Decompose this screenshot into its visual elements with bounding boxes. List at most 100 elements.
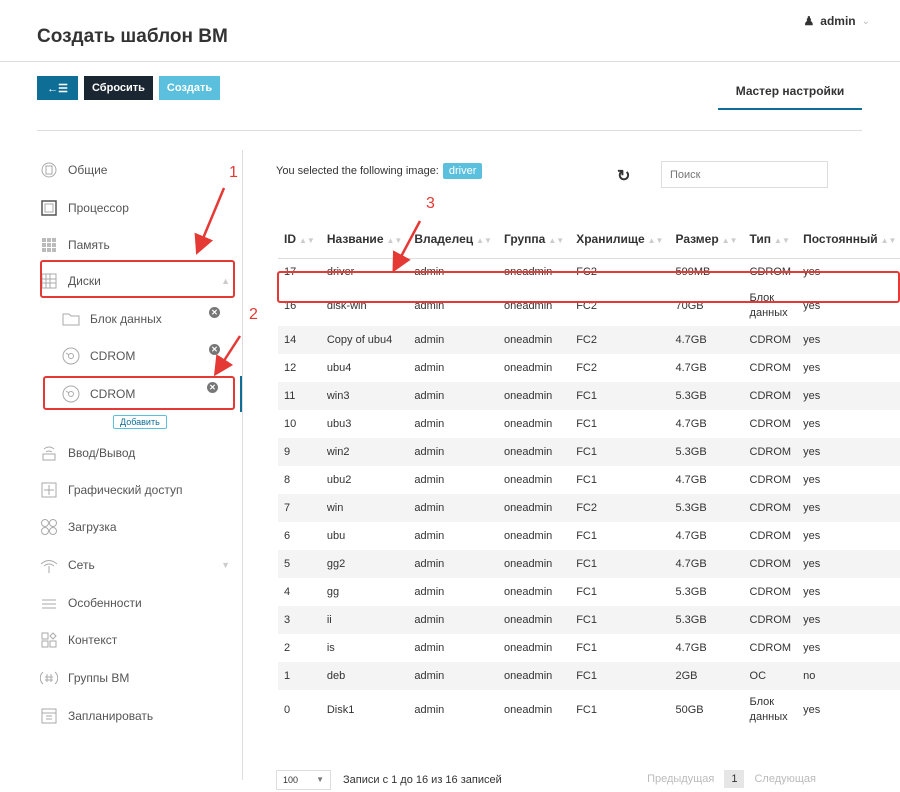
page-size-select[interactable]: 100 ▼ — [276, 769, 331, 790]
sidebar-item-label: Группы ВМ — [68, 671, 130, 685]
cell-owner: admin — [414, 704, 445, 716]
column-header-owner[interactable]: Владелец ▲▼ — [408, 220, 498, 259]
cell-group: oneadmin — [497, 606, 571, 634]
user-name: admin — [820, 14, 856, 28]
sidebar-item-memory[interactable]: Память — [37, 227, 242, 263]
cell-size: 5.3GB — [669, 382, 744, 410]
cell-type: CDROM — [749, 362, 792, 374]
column-header-datastore[interactable]: Хранилище ▲▼ — [570, 220, 670, 259]
sidebar-item-cpu[interactable]: Процессор — [37, 190, 242, 226]
vmgroup-icon — [40, 669, 58, 687]
cell-owner: admin — [414, 362, 445, 374]
cell-id: 6 — [284, 530, 291, 542]
column-header-type[interactable]: Тип ▲▼ — [743, 220, 798, 259]
table-row[interactable]: 7 win admin oneadmin FC2 5.3GB CDROM yes — [278, 494, 900, 522]
table-row[interactable]: 8 ubu2 admin oneadmin FC1 4.7GB CDROM yes — [278, 466, 900, 494]
sidebar-item-label: Графический доступ — [68, 483, 183, 497]
sidebar-item-label: Процессор — [68, 201, 129, 215]
sidebar-subitem-datablock[interactable]: Блок данных ✕ — [59, 301, 242, 337]
sidebar-subitem-label: CDROM — [90, 349, 136, 363]
cell-owner: admin — [414, 530, 445, 542]
cell-type: CDROM — [749, 474, 792, 486]
cell-name: Disk1 — [326, 704, 355, 716]
sidebar-item-vm-groups[interactable]: Группы ВМ — [37, 660, 242, 696]
cell-group: oneadmin — [503, 642, 553, 654]
table-row[interactable]: 14 Copy of ubu4 admin oneadmin FC2 4.7GB CDROM… — [278, 326, 900, 354]
back-button[interactable]: ←☰ — [37, 76, 78, 100]
cell-group: oneadmin — [503, 418, 553, 430]
remove-icon[interactable]: ✕ — [209, 344, 220, 355]
table-row[interactable]: 0 Disk1 admin oneadmin FC1 50GB Блок данных yes — [278, 690, 900, 730]
records-info: Записи с 1 до 16 из 16 записей — [343, 773, 502, 786]
cell-type: CDROM — [743, 550, 798, 578]
search-input[interactable] — [661, 161, 828, 188]
table-row[interactable]: 11 win3 admin oneadmin FC1 5.3GB CDROM yes — [278, 382, 900, 410]
cell-id: 7 — [278, 494, 321, 522]
sidebar-item-general[interactable]: Общие — [37, 152, 242, 188]
sidebar-item-io[interactable]: Ввод/Вывод — [37, 435, 242, 471]
table-header-row: ID ▲▼ Название ▲▼ Владелец ▲▼ Группа ▲▼ Хран… — [278, 220, 900, 259]
table-row[interactable]: 10 ubu3 admin oneadmin FC1 4.7GB CDROM yes — [278, 410, 900, 438]
cell-persistent: yes — [797, 494, 900, 522]
selected-image-text: You selected the following image: — [276, 165, 439, 177]
cell-persistent: yes — [797, 550, 900, 578]
page-button-current[interactable]: 1 — [724, 770, 745, 788]
table-row[interactable]: 5 gg2 admin oneadmin FC1 4.7GB CDROM yes — [278, 550, 900, 578]
cell-id: 0 — [284, 704, 291, 716]
table-row[interactable]: 1 deb admin oneadmin FC1 2GB OC no — [278, 662, 900, 690]
context-icon — [40, 631, 58, 649]
cell-type: CDROM — [743, 382, 798, 410]
cell-datastore: FC1 — [576, 586, 597, 598]
column-header-group[interactable]: Группа ▲▼ — [497, 220, 571, 259]
cell-size: 4.7GB — [675, 530, 707, 542]
column-header-persistent[interactable]: Постоянный ▲▼ — [797, 220, 900, 259]
cell-datastore: FC1 — [576, 530, 597, 542]
cell-type: Блок данных — [749, 696, 788, 723]
prev-page-button[interactable]: Предыдущая — [647, 773, 714, 785]
table-row[interactable]: 9 win2 admin oneadmin FC1 5.3GB CDROM yes — [278, 438, 900, 466]
sort-icon: ▲▼ — [299, 235, 315, 245]
next-page-button[interactable]: Следующая — [754, 773, 816, 785]
create-button[interactable]: Создать — [158, 76, 221, 100]
reset-button[interactable]: Сбросить — [84, 76, 153, 100]
refresh-icon[interactable]: ↻ — [617, 166, 630, 186]
cell-type: CDROM — [749, 642, 792, 654]
column-header-id[interactable]: ID ▲▼ — [278, 220, 321, 259]
table-row[interactable]: 3 ii admin oneadmin FC1 5.3GB CDROM yes — [278, 606, 900, 634]
cell-size: 4.7GB — [675, 418, 707, 430]
user-menu[interactable]: ♟ admin ⌄ — [804, 14, 871, 28]
chevron-down-icon: ▼ — [316, 774, 324, 784]
cell-persistent: yes — [803, 474, 821, 486]
cell-size: 4.7GB — [675, 474, 707, 486]
cell-datastore: FC1 — [576, 418, 597, 430]
annotation-number-3: 3 — [426, 195, 435, 212]
sidebar-item-boot[interactable]: Загрузка — [37, 509, 242, 545]
sidebar-item-context[interactable]: Контекст — [37, 622, 242, 658]
sidebar-item-network[interactable]: Сеть ▼ — [37, 547, 242, 583]
cell-group: oneadmin — [497, 438, 571, 466]
cell-group: oneadmin — [497, 494, 571, 522]
table-row[interactable]: 4 gg admin oneadmin FC1 5.3GB CDROM yes — [278, 578, 900, 606]
cell-id: 4 — [284, 586, 291, 598]
add-disk-button[interactable]: Добавить — [113, 415, 167, 429]
sidebar-subitem-cdrom-1[interactable]: CDROM ✕ — [59, 338, 242, 374]
remove-icon[interactable]: ✕ — [209, 307, 220, 318]
boot-icon — [40, 518, 58, 536]
cell-id: 10 — [284, 418, 297, 430]
sidebar-item-label: Память — [68, 238, 110, 252]
cell-name: win2 — [320, 438, 409, 466]
tab-wizard[interactable]: Мастер настройки — [718, 84, 862, 110]
cell-persistent: yes — [803, 586, 821, 598]
table-row[interactable]: 6 ubu admin oneadmin FC1 4.7GB CDROM yes — [278, 522, 900, 550]
column-header-name[interactable]: Название ▲▼ — [320, 220, 409, 259]
sidebar-item-graphics[interactable]: Графический доступ — [37, 472, 242, 508]
table-row[interactable]: 2 is admin oneadmin FC1 4.7GB CDROM yes — [278, 634, 900, 662]
sort-icon: ▲▼ — [548, 235, 565, 245]
cell-owner: admin — [414, 418, 445, 430]
sidebar-item-schedule[interactable]: Запланировать — [37, 698, 242, 734]
column-header-size[interactable]: Размер ▲▼ — [669, 220, 744, 259]
cell-id: 3 — [278, 606, 321, 634]
table-row[interactable]: 12 ubu4 admin oneadmin FC2 4.7GB CDROM yes — [278, 354, 900, 382]
folder-icon — [62, 310, 80, 328]
sidebar-item-features[interactable]: Особенности — [37, 585, 242, 621]
